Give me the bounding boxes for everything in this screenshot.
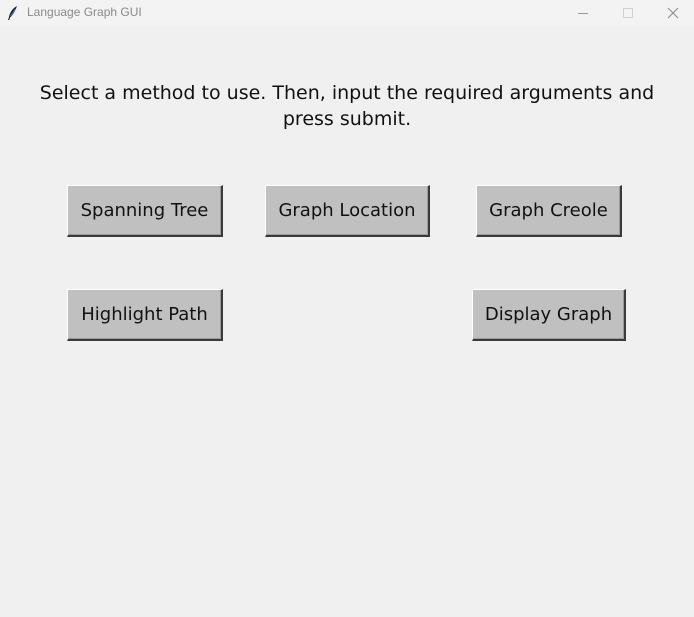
close-button[interactable]	[650, 0, 694, 26]
window-title: Language Graph GUI	[27, 5, 142, 19]
instructions-text: Select a method to use. Then, input the …	[39, 82, 655, 130]
title-bar[interactable]: Language Graph GUI	[0, 0, 694, 26]
close-icon	[667, 7, 679, 19]
display-graph-button[interactable]: Display Graph	[472, 289, 626, 341]
graph-creole-button[interactable]: Graph Creole	[476, 185, 622, 237]
minimize-icon	[577, 7, 589, 19]
maximize-button[interactable]	[605, 0, 651, 26]
app-window: Language Graph GUI Select a method to us…	[0, 0, 694, 617]
maximize-icon	[622, 7, 634, 19]
spanning-tree-button[interactable]: Spanning Tree	[67, 185, 223, 237]
graph-location-button[interactable]: Graph Location	[265, 185, 430, 237]
highlight-path-button[interactable]: Highlight Path	[67, 289, 223, 341]
feather-icon	[6, 5, 20, 21]
minimize-button[interactable]	[560, 0, 606, 26]
